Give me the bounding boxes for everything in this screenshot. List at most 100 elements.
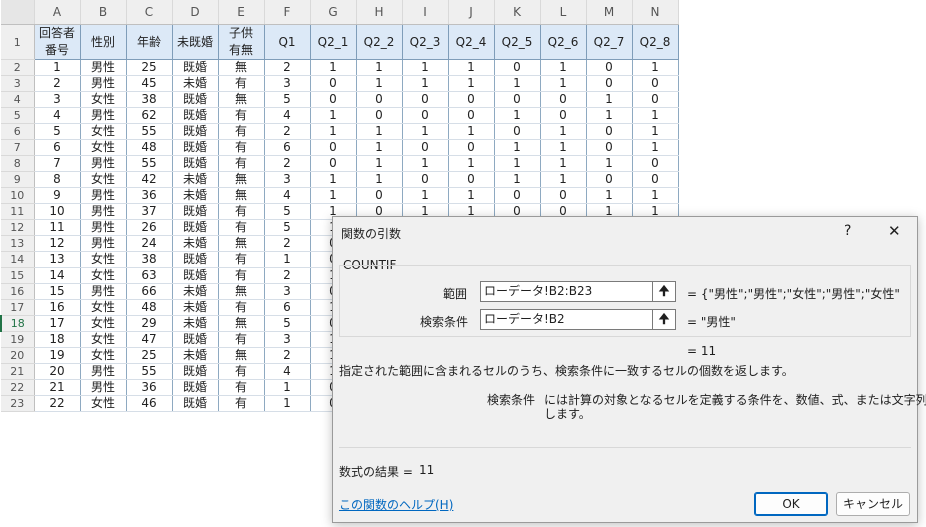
data-cell[interactable]: 既婚 [171,139,219,156]
row-header[interactable]: 14 [1,251,35,268]
data-cell[interactable]: 有 [217,219,265,236]
data-cell[interactable]: 1 [493,155,541,172]
data-cell[interactable]: 0 [401,139,449,156]
data-cell[interactable]: 0 [309,155,357,172]
data-cell[interactable]: 5 [33,123,81,140]
column-header-k[interactable]: K [494,0,541,25]
data-cell[interactable]: 0 [631,91,679,108]
data-cell[interactable]: 3 [263,171,311,188]
data-cell[interactable]: 25 [125,59,173,76]
column-header-l[interactable]: L [540,0,587,25]
header-cell[interactable]: Q2_4 [447,24,495,60]
data-cell[interactable]: 1 [309,123,357,140]
row-header[interactable]: 3 [1,75,35,92]
data-cell[interactable]: 既婚 [171,251,219,268]
data-cell[interactable]: 1 [401,75,449,92]
data-cell[interactable]: 0 [355,107,403,124]
data-cell[interactable]: 未婚 [171,75,219,92]
data-cell[interactable]: 42 [125,171,173,188]
data-cell[interactable]: 未婚 [171,347,219,364]
data-cell[interactable]: 0 [355,187,403,204]
data-cell[interactable]: 6 [263,139,311,156]
data-cell[interactable]: 46 [125,395,173,412]
data-cell[interactable]: 5 [263,315,311,332]
data-cell[interactable]: 4 [263,187,311,204]
data-cell[interactable]: 2 [263,235,311,252]
data-cell[interactable]: 1 [263,251,311,268]
row-header[interactable]: 5 [1,107,35,124]
data-cell[interactable]: 1 [539,139,587,156]
data-cell[interactable]: 1 [631,59,679,76]
row-header[interactable]: 7 [1,139,35,156]
data-cell[interactable]: 1 [309,187,357,204]
data-cell[interactable]: 0 [447,107,495,124]
header-cell[interactable]: Q2_5 [493,24,541,60]
data-cell[interactable]: 未婚 [171,299,219,316]
data-cell[interactable]: 21 [33,379,81,396]
data-cell[interactable]: 男性 [79,235,127,252]
data-cell[interactable]: 1 [631,187,679,204]
data-cell[interactable]: 1 [447,75,495,92]
data-cell[interactable]: 1 [401,123,449,140]
data-cell[interactable]: 女性 [79,123,127,140]
data-cell[interactable]: 未婚 [171,283,219,300]
data-cell[interactable]: 55 [125,155,173,172]
data-cell[interactable]: 0 [585,171,633,188]
data-cell[interactable]: 63 [125,267,173,284]
row-header[interactable]: 18 [0,315,35,332]
data-cell[interactable]: 0 [309,139,357,156]
data-cell[interactable]: 女性 [79,347,127,364]
data-cell[interactable]: 既婚 [171,203,219,220]
column-header-m[interactable]: M [586,0,633,25]
header-cell[interactable]: Q2_8 [631,24,679,60]
data-cell[interactable]: 0 [493,187,541,204]
data-cell[interactable]: 1 [355,123,403,140]
data-cell[interactable]: 26 [125,219,173,236]
data-cell[interactable]: 有 [217,395,265,412]
data-cell[interactable]: 55 [125,123,173,140]
data-cell[interactable]: 0 [493,91,541,108]
column-header-d[interactable]: D [172,0,219,25]
range-collapse-icon[interactable]: 🠉 [652,281,676,302]
row-header[interactable]: 19 [1,331,35,348]
data-cell[interactable]: 有 [217,363,265,380]
data-cell[interactable]: 1 [447,155,495,172]
data-cell[interactable]: 未婚 [171,315,219,332]
header-cell[interactable]: Q1 [263,24,311,60]
data-cell[interactable]: 男性 [79,363,127,380]
row-header[interactable]: 8 [1,155,35,172]
data-cell[interactable]: 1 [585,91,633,108]
data-cell[interactable]: 0 [631,171,679,188]
data-cell[interactable]: 0 [539,107,587,124]
data-cell[interactable]: 1 [447,123,495,140]
data-cell[interactable]: 5 [263,91,311,108]
data-cell[interactable]: 18 [33,331,81,348]
data-cell[interactable]: 既婚 [171,363,219,380]
data-cell[interactable]: 有 [217,155,265,172]
data-cell[interactable]: 3 [263,331,311,348]
data-cell[interactable]: 女性 [79,331,127,348]
data-cell[interactable]: 有 [217,107,265,124]
data-cell[interactable]: 1 [263,395,311,412]
data-cell[interactable]: 0 [447,139,495,156]
data-cell[interactable]: 1 [447,59,495,76]
row-header[interactable]: 1 [1,24,35,60]
column-header-i[interactable]: I [402,0,449,25]
data-cell[interactable]: 有 [217,139,265,156]
data-cell[interactable]: 女性 [79,395,127,412]
data-cell[interactable]: 48 [125,139,173,156]
row-header[interactable]: 20 [1,347,35,364]
column-header-j[interactable]: J [448,0,495,25]
header-cell[interactable]: 性別 [79,24,127,60]
data-cell[interactable]: 2 [263,267,311,284]
column-header-g[interactable]: G [310,0,357,25]
data-cell[interactable]: 1 [631,107,679,124]
row-header[interactable]: 9 [1,171,35,188]
data-cell[interactable]: 1 [539,75,587,92]
data-cell[interactable]: 男性 [79,155,127,172]
data-cell[interactable]: 既婚 [171,267,219,284]
data-cell[interactable]: 29 [125,315,173,332]
data-cell[interactable]: 既婚 [171,331,219,348]
cancel-button[interactable]: キャンセル [836,492,910,516]
data-cell[interactable]: 3 [263,75,311,92]
